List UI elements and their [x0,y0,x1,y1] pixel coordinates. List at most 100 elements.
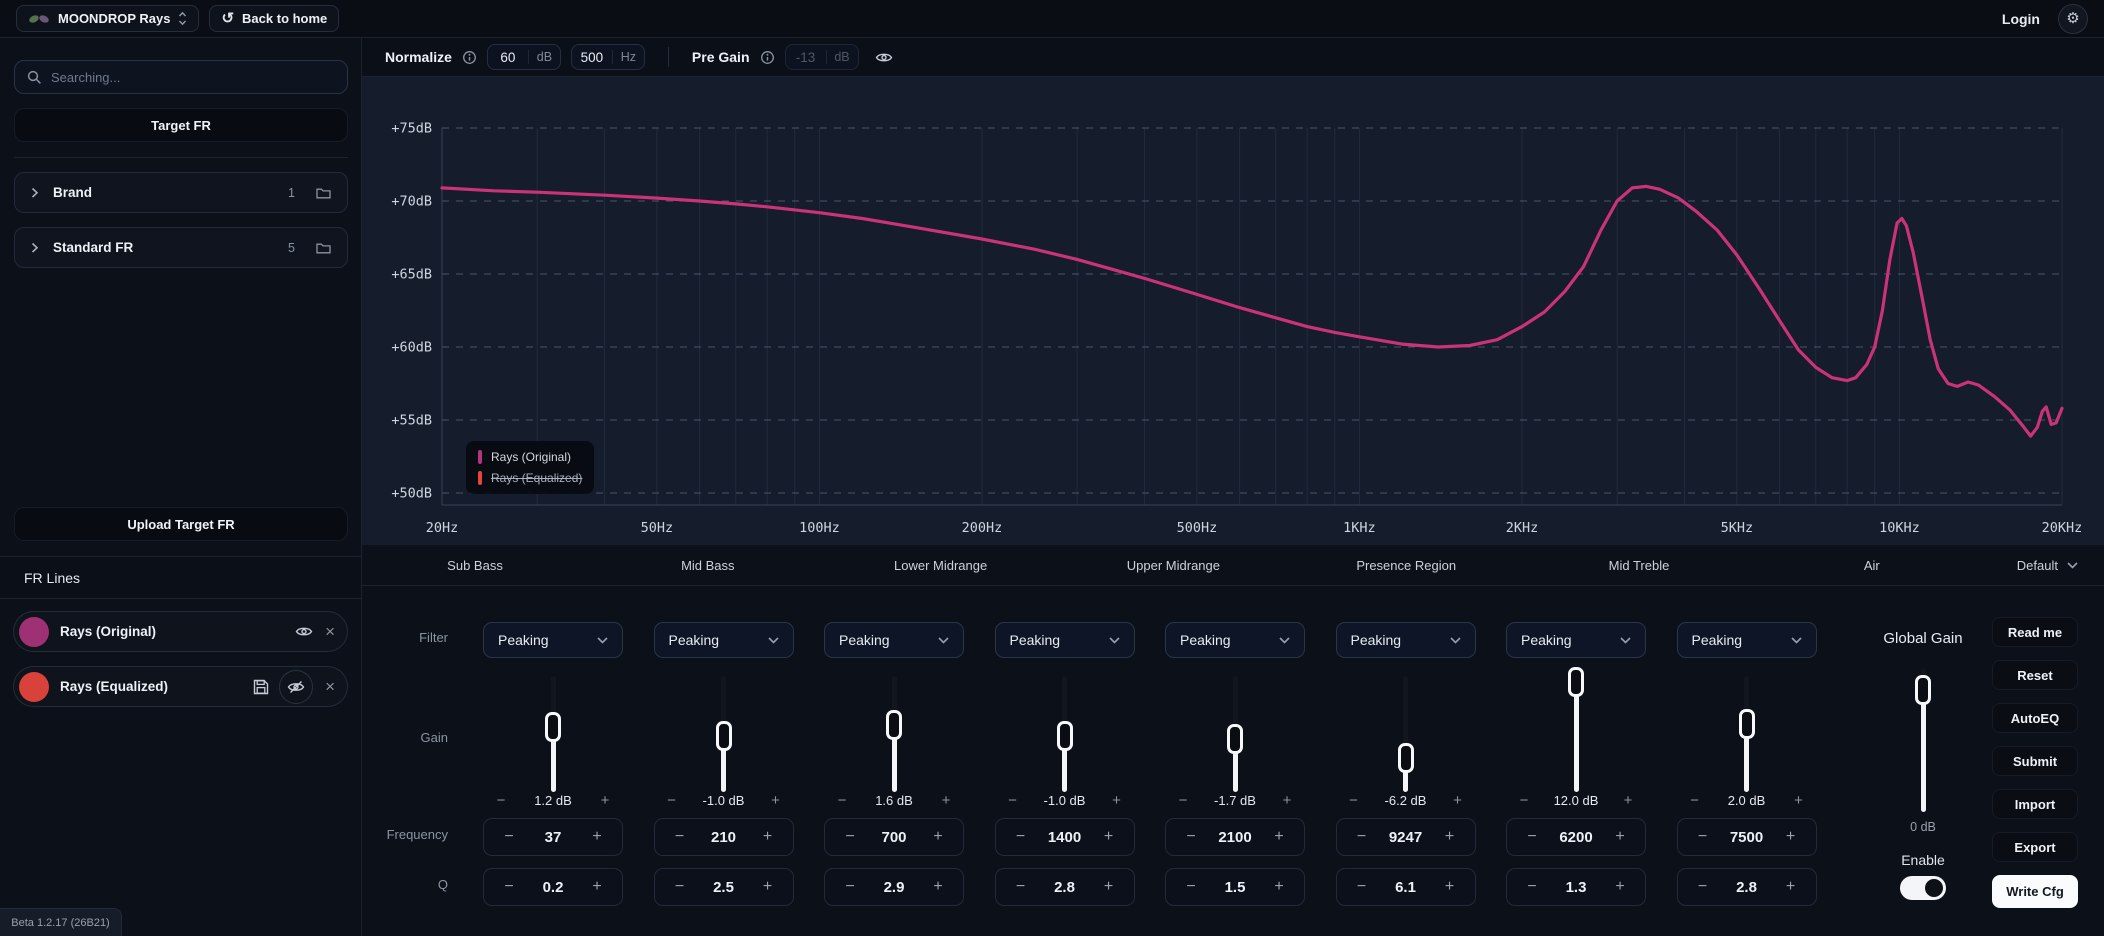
slider-handle[interactable] [545,712,561,742]
q-increment-button[interactable]: + [928,878,948,896]
export-button[interactable]: Export [1992,832,2078,862]
write-cfg-button[interactable]: Write Cfg [1992,875,2078,908]
slider-handle[interactable] [1056,721,1073,752]
target-fr-button[interactable]: Target FR [14,108,348,142]
frequency-decrement-button[interactable]: − [1693,828,1713,846]
info-icon[interactable] [462,50,477,65]
q-decrement-button[interactable]: − [1181,878,1201,896]
save-button[interactable] [253,679,269,695]
q-decrement-button[interactable]: − [1522,878,1542,896]
q-increment-button[interactable]: + [1099,878,1119,896]
q-increment-button[interactable]: + [1269,878,1289,896]
slider-handle[interactable] [1738,708,1755,739]
frequency-decrement-button[interactable]: − [1522,828,1542,846]
frequency-decrement-button[interactable]: − [1181,828,1201,846]
search-input[interactable] [51,69,335,85]
gain-increment-button[interactable]: + [1789,792,1809,809]
gain-decrement-button[interactable]: − [1173,792,1193,809]
gain-decrement-button[interactable]: − [1514,792,1534,809]
q-increment-button[interactable]: + [1440,878,1460,896]
q-increment-button[interactable]: + [587,878,607,896]
device-selector[interactable]: MOONDROP Rays [16,5,200,32]
eq-band-6-filter-select[interactable]: Peaking [1335,622,1476,658]
global-gain-slider[interactable] [1915,668,1931,812]
pregain-stepper[interactable]: -13 dB [784,44,859,70]
fr-line-item[interactable]: Rays (Original) × [13,611,348,652]
eq-band-6-gain-slider[interactable] [1397,676,1414,792]
eq-band-2-filter-select[interactable]: Peaking [653,622,794,658]
frequency-increment-button[interactable]: + [587,828,607,846]
preset-select[interactable]: Default [2017,545,2078,586]
submit-button[interactable]: Submit [1992,746,2078,776]
gain-increment-button[interactable]: + [936,792,956,809]
gain-decrement-button[interactable]: − [1685,792,1705,809]
gain-decrement-button[interactable]: − [491,792,511,809]
info-icon[interactable] [760,50,775,65]
legend-item[interactable]: Rays (Equalized) [478,471,582,485]
q-increment-button[interactable]: + [758,878,778,896]
slider-handle[interactable] [1227,724,1243,755]
eq-band-5-filter-select[interactable]: Peaking [1165,622,1305,658]
remove-fr-line-button[interactable]: × [325,623,335,640]
gain-decrement-button[interactable]: − [662,792,682,809]
visibility-eye-off-button[interactable] [279,669,314,704]
frequency-decrement-button[interactable]: − [1011,828,1031,846]
eq-band-2-gain-slider[interactable] [715,676,732,792]
frequency-decrement-button[interactable]: − [670,828,690,846]
frequency-decrement-button[interactable]: − [1352,828,1372,846]
reset-button[interactable]: Reset [1992,660,2078,690]
gain-decrement-button[interactable]: − [1344,792,1364,809]
frequency-increment-button[interactable]: + [1610,828,1630,846]
settings-button[interactable]: ⚙ [2058,3,2088,34]
eq-band-7-gain-slider[interactable] [1568,667,1584,792]
q-decrement-button[interactable]: − [670,878,690,896]
gain-increment-button[interactable]: + [1618,792,1638,809]
frequency-decrement-button[interactable]: − [840,828,860,846]
read-me-button[interactable]: Read me [1992,617,2078,647]
q-decrement-button[interactable]: − [499,878,519,896]
eq-band-1-filter-select[interactable]: Peaking [483,622,623,658]
remove-fr-line-button[interactable]: × [325,678,335,695]
q-decrement-button[interactable]: − [1352,878,1372,896]
eq-band-3-filter-select[interactable]: Peaking [824,622,964,658]
import-button[interactable]: Import [1992,789,2078,819]
q-decrement-button[interactable]: − [1011,878,1031,896]
visibility-eye-button[interactable] [295,625,313,638]
frequency-increment-button[interactable]: + [1099,828,1119,846]
q-decrement-button[interactable]: − [840,878,860,896]
sidebar-group-brand[interactable]: Brand 1 [14,172,348,213]
slider-handle[interactable] [1397,742,1414,773]
q-decrement-button[interactable]: − [1693,878,1713,896]
eq-band-5-gain-slider[interactable] [1227,676,1243,792]
eq-band-4-gain-slider[interactable] [1056,676,1073,792]
gain-increment-button[interactable]: + [1277,792,1297,809]
normalize-hz-stepper[interactable]: 500 Hz [570,44,645,70]
gain-increment-button[interactable]: + [1107,792,1127,809]
legend-item[interactable]: Rays (Original) [478,450,582,464]
enable-toggle[interactable] [1900,876,1946,900]
eq-band-7-filter-select[interactable]: Peaking [1506,622,1646,658]
eq-band-4-filter-select[interactable]: Peaking [994,622,1135,658]
eq-band-1-gain-slider[interactable] [545,676,561,792]
gain-increment-button[interactable]: + [766,792,786,809]
frequency-increment-button[interactable]: + [758,828,778,846]
frequency-decrement-button[interactable]: − [499,828,519,846]
frequency-increment-button[interactable]: + [1781,828,1801,846]
slider-handle[interactable] [715,721,732,752]
slider-handle[interactable] [1568,667,1584,697]
login-link[interactable]: Login [2002,11,2040,27]
gain-decrement-button[interactable]: − [832,792,852,809]
q-increment-button[interactable]: + [1610,878,1630,896]
frequency-increment-button[interactable]: + [1269,828,1289,846]
frequency-increment-button[interactable]: + [1440,828,1460,846]
gain-increment-button[interactable]: + [1448,792,1468,809]
gain-decrement-button[interactable]: − [1003,792,1023,809]
normalize-db-stepper[interactable]: 60 dB [486,44,561,70]
upload-target-fr-button[interactable]: Upload Target FR [14,507,348,541]
q-increment-button[interactable]: + [1781,878,1801,896]
eye-icon[interactable] [875,51,893,64]
autoeq-button[interactable]: AutoEQ [1992,703,2078,733]
back-to-home-button[interactable]: ↺ Back to home [209,5,340,32]
sidebar-group-standard-fr[interactable]: Standard FR 5 [14,227,348,268]
gain-increment-button[interactable]: + [595,792,615,809]
